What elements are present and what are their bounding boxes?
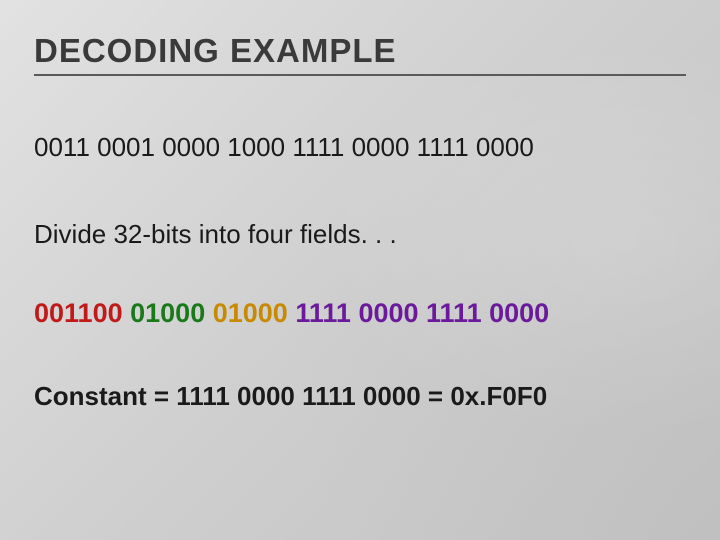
raw-bits-line: 0011 0001 0000 1000 1111 0000 1111 0000 [34,132,686,163]
constant-result-line: Constant = 1111 0000 1111 0000 = 0x.F0F0 [34,381,686,412]
field-3-constant: 1111 0000 1111 0000 [295,298,549,328]
field-0-opcode: 001100 [34,298,123,328]
field-1-reg-a: 01000 [130,298,205,328]
slide: DECODING EXAMPLE 0011 0001 0000 1000 111… [0,0,720,540]
colored-fields-line: 001100 01000 01000 1111 0000 1111 0000 [34,298,686,329]
slide-content: DECODING EXAMPLE 0011 0001 0000 1000 111… [0,0,720,412]
field-2-reg-b: 01000 [213,298,288,328]
divide-instruction: Divide 32-bits into four fields. . . [34,219,686,250]
slide-title: DECODING EXAMPLE [34,32,686,76]
